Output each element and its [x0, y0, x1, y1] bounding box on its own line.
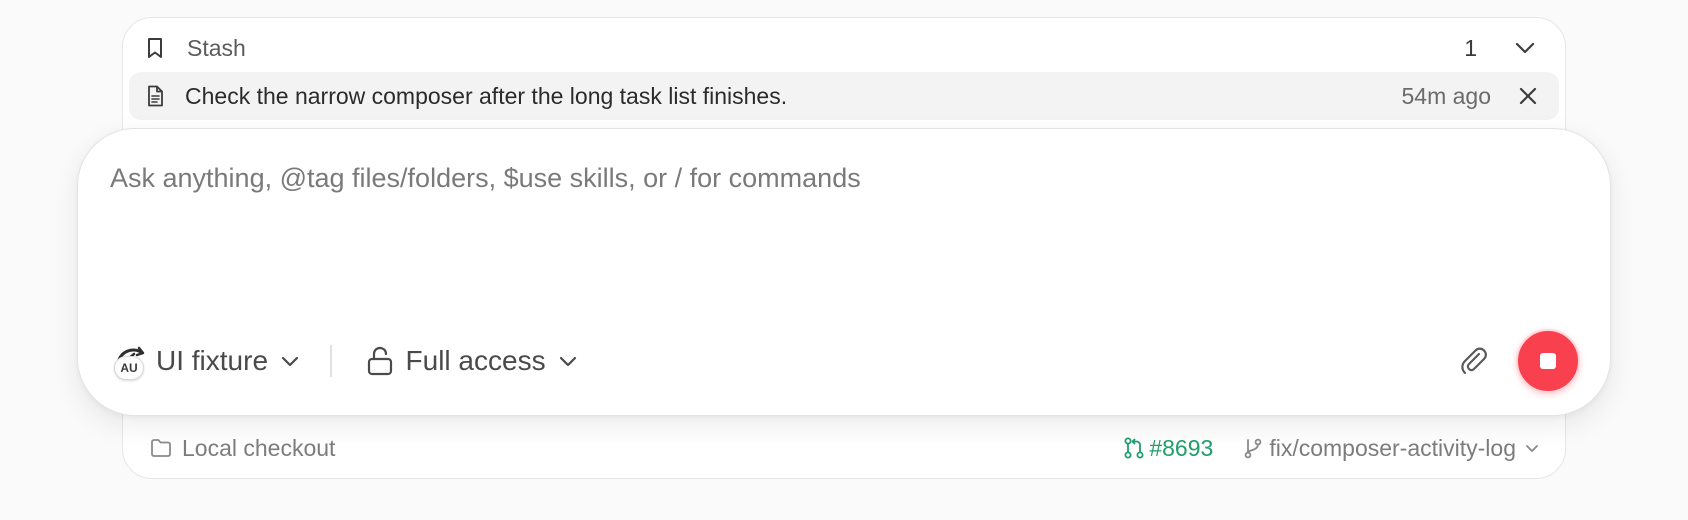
status-bar: Local checkout #8693 fix/composer-activi	[150, 430, 1540, 466]
chevron-down-icon	[280, 351, 300, 371]
workspace-selector[interactable]: Local checkout	[150, 435, 335, 462]
access-label: Full access	[405, 345, 546, 376]
model-selector[interactable]: AU UI fixture	[112, 344, 300, 380]
composer-input[interactable]	[110, 163, 1570, 283]
chevron-down-icon	[1515, 42, 1535, 54]
branch-label: fix/composer-activity-log	[1269, 434, 1516, 461]
pull-request-link[interactable]: #8693	[1123, 435, 1213, 462]
stop-icon	[1540, 353, 1556, 369]
attach-button[interactable]	[1454, 341, 1494, 381]
workspace-label: Local checkout	[182, 434, 336, 461]
toolbar-divider	[330, 345, 332, 377]
stash-toggle-button[interactable]	[1511, 34, 1539, 62]
bookmark-icon	[143, 36, 167, 60]
paperclip-icon	[1461, 347, 1487, 375]
pull-request-icon	[1123, 436, 1145, 460]
stash-item-remove-button[interactable]	[1515, 83, 1541, 109]
composer: AU UI fixture Full access	[77, 128, 1611, 416]
chevron-down-icon	[558, 351, 578, 371]
access-selector[interactable]: Full access	[366, 345, 578, 377]
git-branch-icon	[1243, 437, 1263, 459]
stash-item-text: Check the narrow composer after the long…	[185, 82, 788, 109]
pull-request-label: #8693	[1149, 434, 1214, 461]
chevron-down-icon	[1524, 440, 1540, 456]
document-icon	[143, 84, 167, 108]
unlock-icon	[366, 346, 394, 376]
stop-button[interactable]	[1516, 329, 1580, 393]
stash-header: Stash 1	[123, 18, 1565, 78]
fixture-avatar-icon: AU	[112, 344, 146, 380]
model-label: UI fixture	[156, 345, 269, 376]
model-badge: AU	[114, 356, 144, 380]
branch-selector[interactable]: fix/composer-activity-log	[1243, 435, 1540, 462]
composer-toolbar: AU UI fixture Full access	[112, 329, 1580, 393]
folder-icon	[150, 438, 172, 458]
stash-count: 1	[1464, 34, 1477, 61]
stash-item-time: 54m ago	[1401, 82, 1491, 109]
stash-title: Stash	[187, 34, 246, 61]
stash-item[interactable]: Check the narrow composer after the long…	[129, 72, 1559, 120]
close-icon	[1519, 87, 1537, 105]
